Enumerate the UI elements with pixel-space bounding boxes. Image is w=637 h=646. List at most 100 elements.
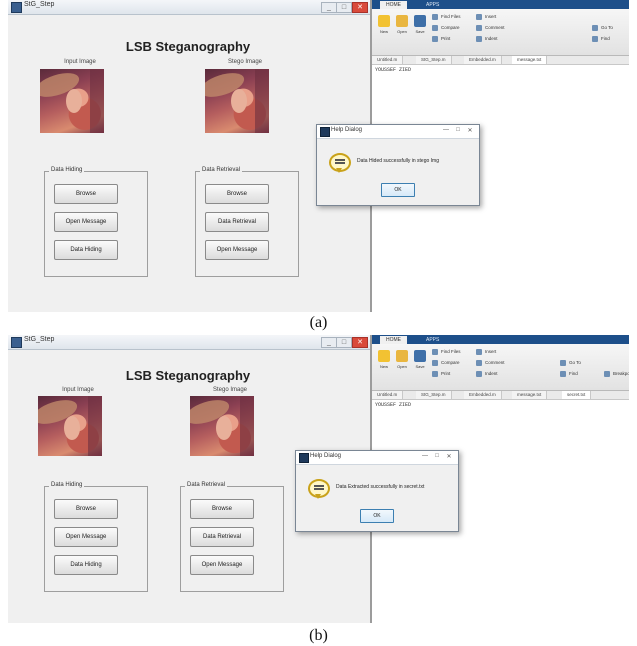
find-files-button[interactable]: Find Files: [432, 13, 461, 21]
open-button[interactable]: Open: [394, 350, 410, 376]
print-button[interactable]: Print: [432, 370, 450, 378]
ok-button[interactable]: OK: [360, 509, 394, 523]
data-retrieval-group: Data Retrieval Browse Data Retrieval Ope…: [195, 167, 299, 277]
open-message-button[interactable]: Open Message: [190, 555, 254, 575]
compare-button[interactable]: Compare: [432, 24, 460, 32]
cover-image: [40, 69, 104, 133]
code-line: YOUSSEF ZIED: [375, 402, 412, 408]
data-retrieval-group: Data Retrieval Browse Data Retrieval Ope…: [180, 482, 284, 592]
editor-tab[interactable]: StG_Step.m: [416, 391, 452, 399]
tab-apps[interactable]: APPS: [420, 1, 445, 9]
editor-tab-active[interactable]: message.txt: [512, 56, 548, 64]
insert-button[interactable]: Insert: [476, 13, 496, 21]
data-hiding-button[interactable]: Data Hiding: [54, 555, 118, 575]
insert-button[interactable]: Insert: [476, 348, 496, 356]
indent-button[interactable]: Indent: [476, 370, 498, 378]
dialog-title: Help Dialog: [331, 127, 363, 133]
indent-button[interactable]: Indent: [476, 35, 498, 43]
dialog-title: Help Dialog: [310, 453, 342, 459]
stego-image-label: Stego Image: [227, 59, 263, 65]
close-button[interactable]: ✕: [352, 2, 368, 13]
dialog-message: Data Hided successfully in stego Img: [357, 158, 439, 164]
gui-titlebar: StG_Step _ □ ✕: [8, 0, 370, 15]
close-button[interactable]: ✕: [352, 337, 368, 348]
dialog-close-button[interactable]: ✕: [465, 127, 475, 134]
cover-image: [38, 396, 102, 456]
browse-button[interactable]: Browse: [190, 499, 254, 519]
minimize-button[interactable]: _: [321, 2, 337, 13]
tab-home[interactable]: HOME: [380, 1, 407, 9]
panel-b-caption: (b): [309, 627, 328, 644]
screenshot-panel-b: StG_Step _ □ ✕ LSB Steganography Input I…: [8, 335, 629, 623]
dialog-minimize-button[interactable]: —: [441, 127, 451, 133]
minimize-button[interactable]: _: [321, 337, 337, 348]
window-title: StG_Step: [24, 336, 55, 343]
help-icon: [308, 479, 330, 499]
editor-tab[interactable]: Untitled.m: [372, 391, 404, 399]
go-to-button[interactable]: Go To: [592, 24, 613, 32]
dialog-close-button[interactable]: ✕: [444, 453, 454, 460]
editor-tabs: Untitled.m StG_Step.m Embedded.m message…: [372, 391, 629, 400]
data-hiding-button[interactable]: Data Hiding: [54, 240, 118, 260]
data-hiding-group: Data Hiding Browse Open Message Data Hid…: [44, 167, 148, 277]
save-icon: [414, 15, 426, 27]
open-message-button[interactable]: Open Message: [54, 527, 118, 547]
new-button[interactable]: New: [376, 15, 392, 41]
matlab-figure-icon: [11, 337, 22, 348]
browse-button[interactable]: Browse: [205, 184, 269, 204]
dialog-message: Data Extracted successfully in secret.tx…: [336, 484, 425, 490]
editor-tab-active[interactable]: secret.txt: [562, 391, 592, 399]
folder-icon: [396, 350, 408, 362]
data-retrieval-group-label: Data Retrieval: [200, 167, 243, 173]
new-file-icon: [378, 350, 390, 362]
compare-button[interactable]: Compare: [432, 359, 460, 367]
save-button[interactable]: Save: [412, 15, 428, 41]
maximize-button[interactable]: □: [336, 337, 352, 348]
breakpoints-button[interactable]: Breakpoints: [604, 370, 629, 378]
browse-button[interactable]: Browse: [54, 499, 118, 519]
dialog-titlebar: Help Dialog — □ ✕: [296, 451, 458, 465]
print-button[interactable]: Print: [432, 35, 450, 43]
ok-button[interactable]: OK: [381, 183, 415, 197]
tab-home[interactable]: HOME: [380, 336, 407, 344]
editor-tab[interactable]: Untitled.m: [372, 56, 404, 64]
data-hiding-group: Data Hiding Browse Open Message Data Hid…: [44, 482, 148, 592]
data-retrieval-button[interactable]: Data Retrieval: [190, 527, 254, 547]
tab-apps[interactable]: APPS: [420, 336, 445, 344]
comment-button[interactable]: Comment: [476, 359, 505, 367]
panel-a-caption: (a): [309, 314, 328, 331]
editor-tab[interactable]: Embedded.m: [464, 391, 502, 399]
dialog-minimize-button[interactable]: —: [420, 453, 430, 459]
comment-button[interactable]: Comment: [476, 24, 505, 32]
open-button[interactable]: Open: [394, 15, 410, 41]
editor-tab[interactable]: StG_Step.m: [416, 56, 452, 64]
data-hiding-group-label: Data Hiding: [49, 167, 85, 173]
matlab-figure-icon: [320, 127, 330, 137]
window-title: StG_Step: [24, 1, 55, 8]
find-button[interactable]: Find: [592, 35, 610, 43]
open-message-button[interactable]: Open Message: [54, 212, 118, 232]
app-title: LSB Steganography: [125, 39, 251, 54]
data-hiding-group-label: Data Hiding: [49, 482, 85, 488]
save-button[interactable]: Save: [412, 350, 428, 376]
browse-button[interactable]: Browse: [54, 184, 118, 204]
editor-tab[interactable]: Embedded.m: [464, 56, 502, 64]
help-dialog: Help Dialog — □ ✕ Data Extracted success…: [295, 450, 459, 532]
go-to-button[interactable]: Go To: [560, 359, 581, 367]
maximize-button[interactable]: □: [336, 2, 352, 13]
find-files-button[interactable]: Find Files: [432, 348, 461, 356]
find-button[interactable]: Find: [560, 370, 578, 378]
code-line: YOUSSEF ZIED: [375, 67, 412, 73]
data-retrieval-button[interactable]: Data Retrieval: [205, 212, 269, 232]
dialog-maximize-button[interactable]: □: [432, 453, 442, 459]
open-message-button[interactable]: Open Message: [205, 240, 269, 260]
cover-image-label: Input Image: [62, 387, 94, 393]
data-retrieval-group-label: Data Retrieval: [185, 482, 228, 488]
editor-tab[interactable]: message.txt: [512, 391, 548, 399]
matlab-figure-icon: [11, 2, 22, 13]
ribbon-tabs: HOME APPS: [372, 335, 629, 344]
new-button[interactable]: New: [376, 350, 392, 376]
dialog-maximize-button[interactable]: □: [453, 127, 463, 133]
screenshot-panel-a: StG_Step _ □ ✕ LSB Steganography Input I…: [8, 0, 629, 312]
stego-image-label: Stego Image: [212, 387, 248, 393]
